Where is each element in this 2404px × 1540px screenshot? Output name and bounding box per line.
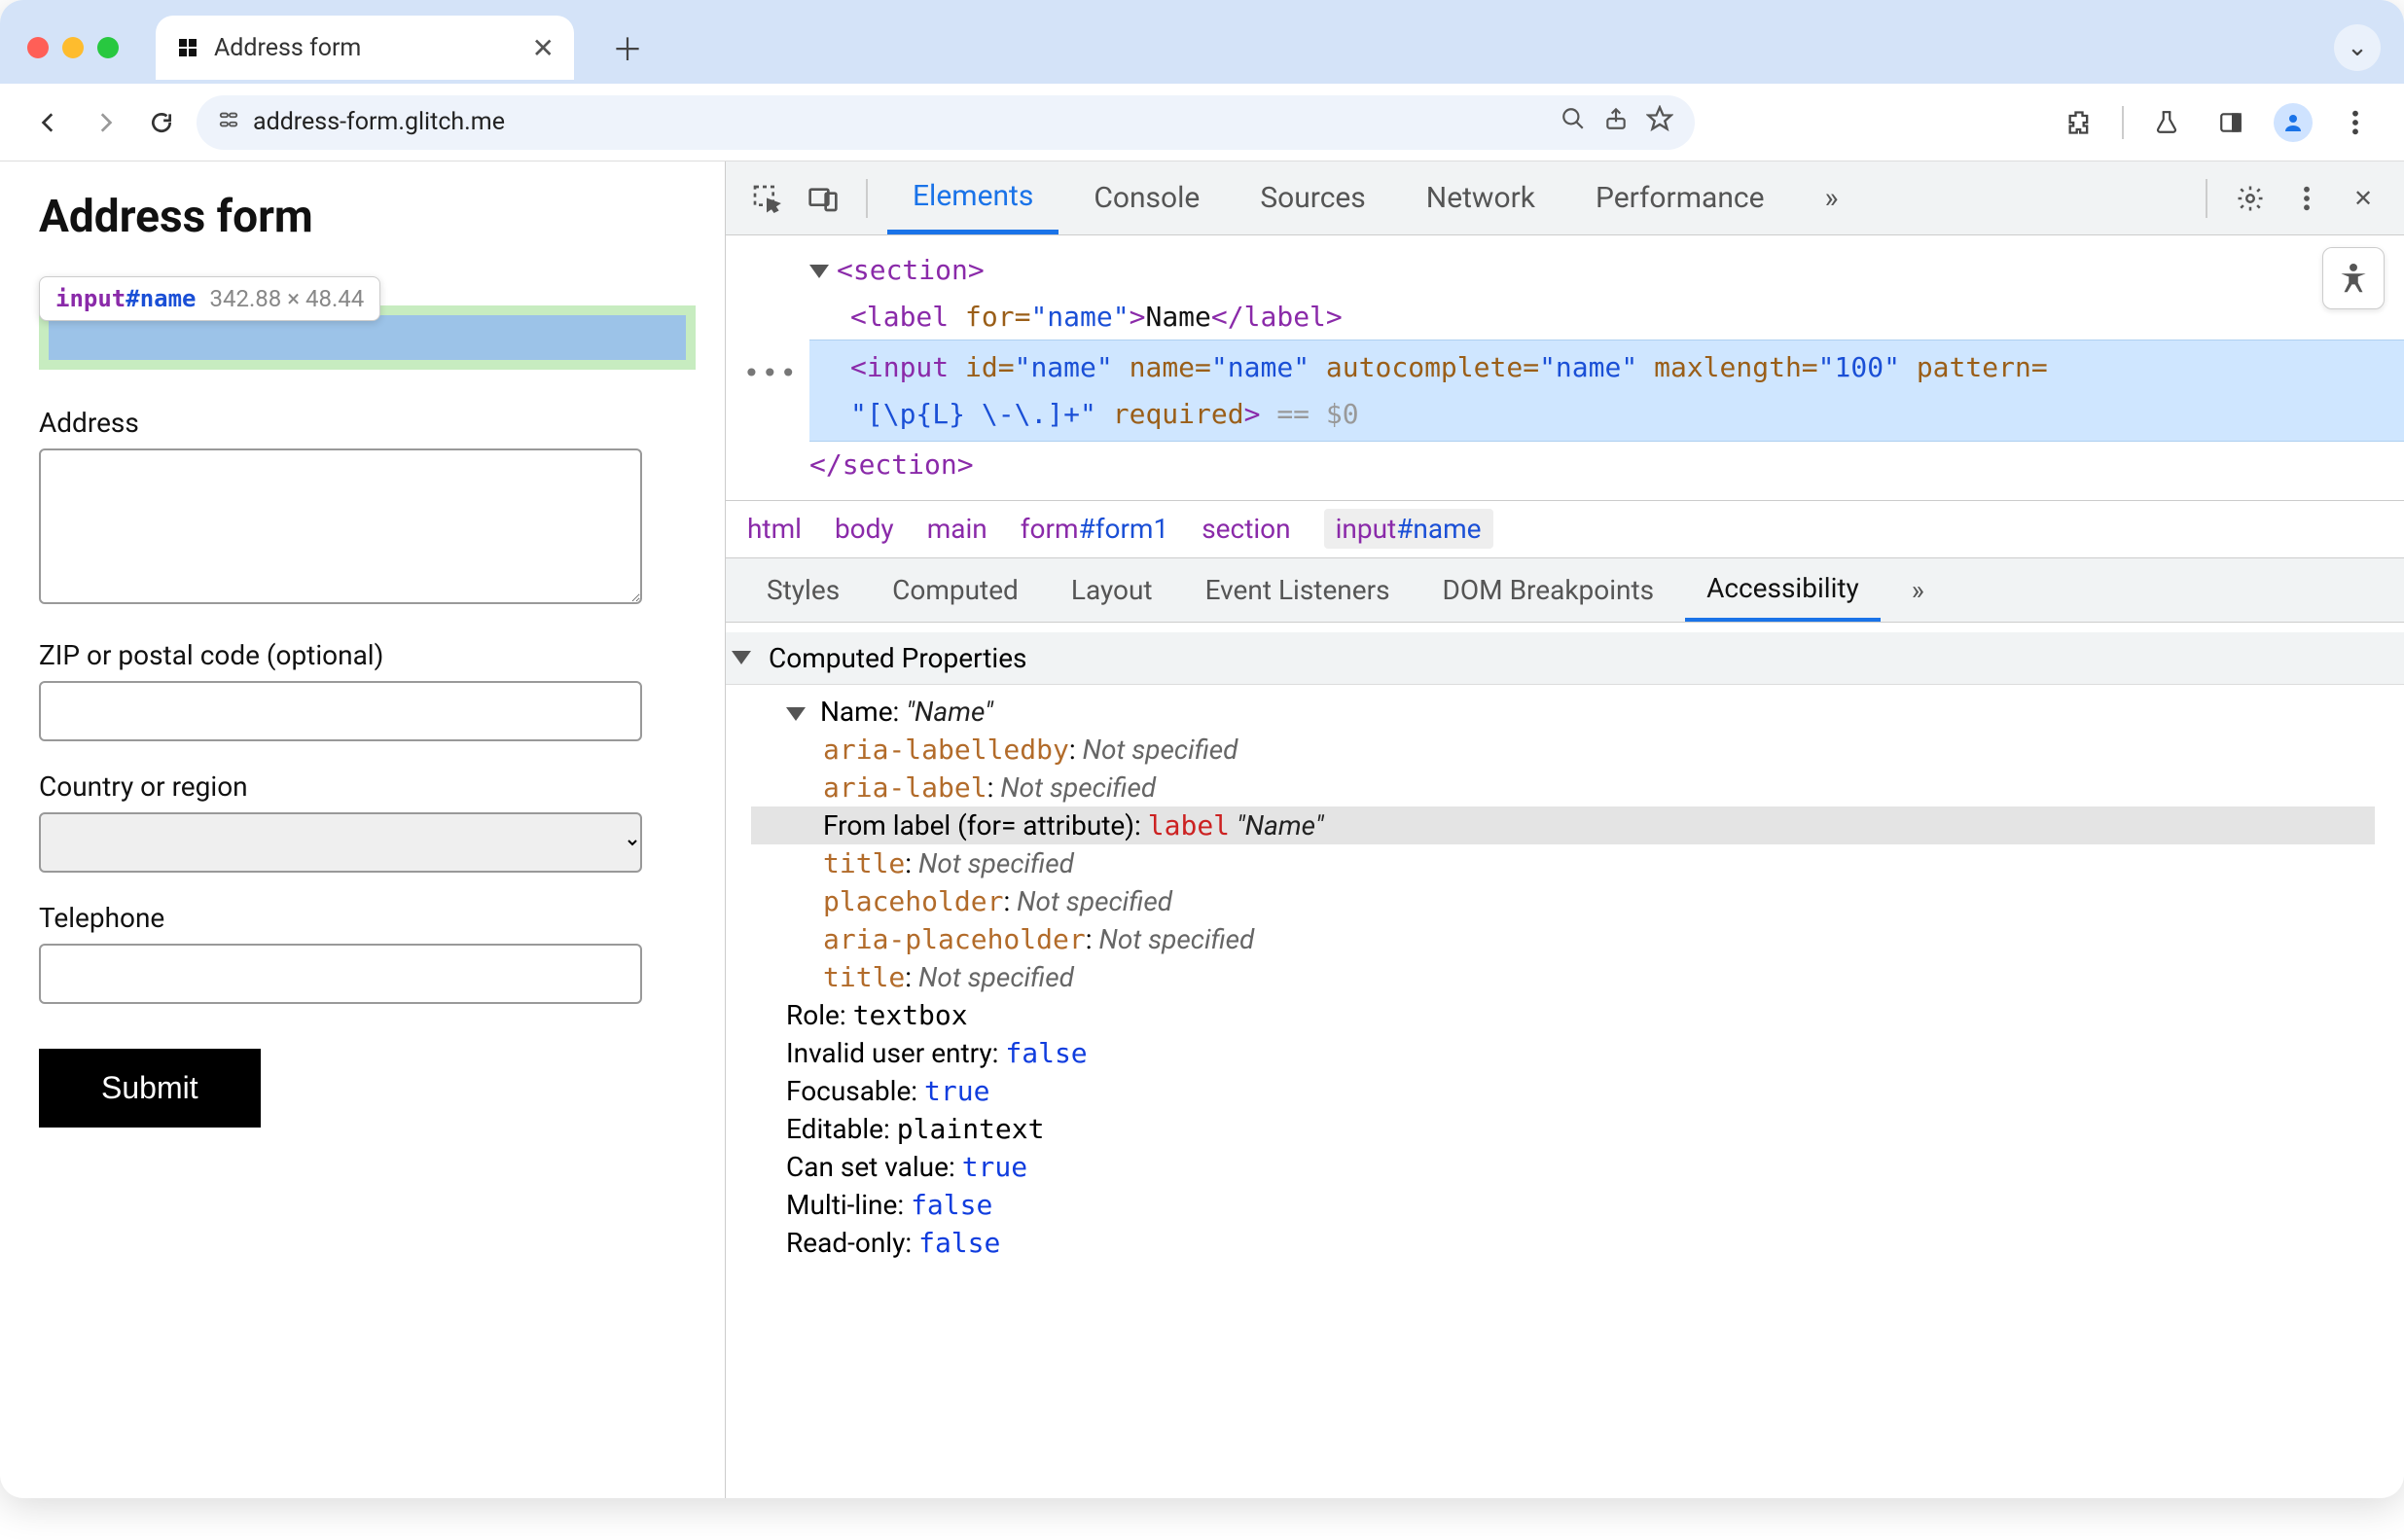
breadcrumb-item[interactable]: form#form1 <box>1021 513 1168 545</box>
devtools-tab-performance[interactable]: Performance <box>1570 161 1790 234</box>
name-source-row: title: Not specified <box>751 844 2404 882</box>
zip-label: ZIP or postal code (optional) <box>39 639 696 671</box>
window-minimize-button[interactable] <box>62 37 84 58</box>
devtools-tab-network[interactable]: Network <box>1401 161 1561 234</box>
extensions-icon[interactable] <box>2058 101 2100 144</box>
new-tab-button[interactable]: ＋ <box>601 21 654 74</box>
breadcrumb-item[interactable]: body <box>835 513 894 545</box>
window-controls <box>27 37 119 58</box>
breadcrumb-item[interactable]: section <box>1202 513 1290 545</box>
window-maximize-button[interactable] <box>97 37 119 58</box>
inspect-element-icon[interactable] <box>743 175 790 222</box>
a11y-property-row: Focusable: true <box>751 1072 2404 1110</box>
tabs-dropdown-button[interactable]: ⌄ <box>2334 24 2381 71</box>
a11y-property-row: Role: textbox <box>751 996 2404 1034</box>
name-prop-value: "Name" <box>906 696 993 728</box>
expand-triangle-icon[interactable] <box>732 651 751 664</box>
zip-input[interactable] <box>39 681 642 741</box>
tab-close-icon[interactable]: ✕ <box>532 32 555 64</box>
breadcrumb-item[interactable]: html <box>747 513 802 545</box>
browser-window: Address form ✕ ＋ ⌄ address-form.glitch.m… <box>0 0 2404 1498</box>
dom-actions-icon[interactable]: ••• <box>743 350 799 397</box>
content-split: Address form input#name 342.88 × 48.44 A… <box>0 161 2404 1498</box>
subpanel-tab-event-listeners[interactable]: Event Listeners <box>1184 558 1412 622</box>
tab-strip: Address form ✕ ＋ ⌄ <box>0 0 2404 84</box>
devtools-tab-sources[interactable]: Sources <box>1235 161 1390 234</box>
dom-breadcrumbs[interactable]: html body main form#form1 section input#name <box>726 500 2404 558</box>
telephone-input[interactable] <box>39 944 642 1004</box>
a11y-property-row: Invalid user entry: false <box>751 1034 2404 1072</box>
name-source-row: aria-labelledby: Not specified <box>751 731 2404 769</box>
devtools-close-icon[interactable]: ✕ <box>2340 175 2386 222</box>
name-source-row: aria-label: Not specified <box>751 769 2404 806</box>
profile-avatar-button[interactable] <box>2274 103 2313 142</box>
sidepanel-icon[interactable] <box>2209 101 2252 144</box>
subpanel-more-tabs[interactable]: » <box>1890 558 1946 622</box>
computed-properties-header: Computed Properties <box>769 642 1027 674</box>
labs-icon[interactable] <box>2145 101 2188 144</box>
subpanel-tab-dom-breakpoints[interactable]: DOM Breakpoints <box>1421 558 1676 622</box>
name-source-row: placeholder: Not specified <box>751 882 2404 920</box>
submit-button[interactable]: Submit <box>39 1049 261 1128</box>
tab-title: Address form <box>214 34 519 62</box>
name-input-highlight[interactable] <box>49 315 686 360</box>
subpanel-tab-styles[interactable]: Styles <box>745 558 861 622</box>
name-source-row: title: Not specified <box>751 958 2404 996</box>
window-close-button[interactable] <box>27 37 49 58</box>
devtools-tab-elements[interactable]: Elements <box>887 161 1058 234</box>
a11y-property-row: Read-only: false <box>751 1224 2404 1262</box>
selected-dom-node[interactable]: ••• <input id="name" name="name" autocom… <box>809 340 2404 442</box>
browser-tab[interactable]: Address form ✕ <box>156 16 574 80</box>
site-settings-icon[interactable] <box>218 109 239 136</box>
bookmark-icon[interactable] <box>1646 105 1673 139</box>
devtools-more-tabs[interactable]: » <box>1800 161 1864 234</box>
country-select[interactable] <box>39 812 642 873</box>
address-textarea[interactable] <box>39 448 642 604</box>
page-title: Address form <box>39 191 696 243</box>
tab-favicon-icon <box>175 35 200 60</box>
name-source-row: aria-placeholder: Not specified <box>751 920 2404 958</box>
menu-icon[interactable] <box>2334 101 2377 144</box>
telephone-label: Telephone <box>39 902 696 934</box>
devtools-kebab-icon[interactable] <box>2283 175 2330 222</box>
address-label: Address <box>39 407 696 439</box>
expand-triangle-icon[interactable] <box>786 707 806 721</box>
name-source-from-label: From label (for= attribute): label "Name… <box>751 806 2375 844</box>
subpanel-tab-layout[interactable]: Layout <box>1050 558 1174 622</box>
styles-tabbar: StylesComputedLayoutEvent ListenersDOM B… <box>726 558 2404 623</box>
devtools-pane: ElementsConsoleSourcesNetworkPerformance… <box>726 161 2404 1498</box>
elements-dom-tree[interactable]: <section> <label for="name">Name</label>… <box>726 235 2404 500</box>
url-bar[interactable]: address-form.glitch.me <box>197 95 1695 150</box>
share-icon[interactable] <box>1603 106 1629 138</box>
nav-back-button[interactable] <box>27 101 70 144</box>
browser-toolbar: address-form.glitch.me <box>0 84 2404 161</box>
name-prop-label: Name: <box>820 696 899 728</box>
nav-forward-button[interactable] <box>84 101 126 144</box>
rendered-page-pane: Address form input#name 342.88 × 48.44 A… <box>0 161 726 1498</box>
toolbar-right-actions <box>2058 101 2377 144</box>
devtools-tabbar: ElementsConsoleSourcesNetworkPerformance… <box>726 161 2404 235</box>
breadcrumb-item[interactable]: main <box>927 513 987 545</box>
nav-reload-button[interactable] <box>140 101 183 144</box>
country-label: Country or region <box>39 770 696 803</box>
accessibility-panel: Computed Properties Name: "Name" aria-la… <box>726 623 2404 1291</box>
tooltip-dimensions: 342.88 × 48.44 <box>210 285 365 312</box>
expand-triangle-icon[interactable] <box>809 265 829 278</box>
a11y-property-row: Multi-line: false <box>751 1186 2404 1224</box>
subpanel-tab-computed[interactable]: Computed <box>871 558 1040 622</box>
devtools-settings-icon[interactable] <box>2227 175 2274 222</box>
url-text: address-form.glitch.me <box>253 108 505 136</box>
a11y-property-row: Editable: plaintext <box>751 1110 2404 1148</box>
zoom-icon[interactable] <box>1561 106 1586 138</box>
a11y-property-row: Can set value: true <box>751 1148 2404 1186</box>
element-hover-tooltip: input#name 342.88 × 48.44 <box>39 276 380 321</box>
device-toolbar-icon[interactable] <box>800 175 846 222</box>
devtools-tab-console[interactable]: Console <box>1068 161 1225 234</box>
breadcrumb-item[interactable]: input#name <box>1324 509 1493 549</box>
subpanel-tab-accessibility[interactable]: Accessibility <box>1685 558 1881 622</box>
